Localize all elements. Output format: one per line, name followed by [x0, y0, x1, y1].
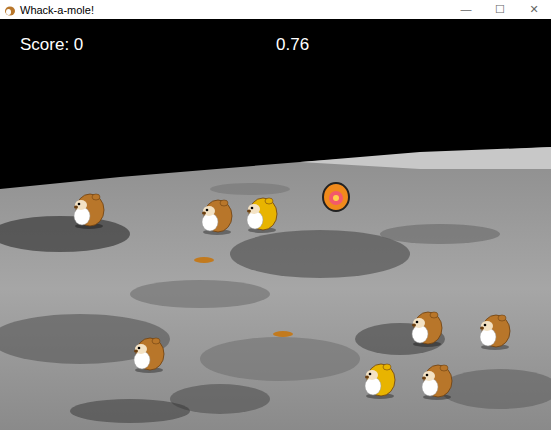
- mole-icon[interactable]: [476, 312, 512, 354]
- mole-icon[interactable]: [408, 309, 444, 351]
- app-icon: [4, 4, 16, 16]
- mole-icon[interactable]: [198, 197, 234, 239]
- maximize-button[interactable]: ☐: [483, 0, 517, 19]
- yellow-mole-icon[interactable]: [361, 361, 397, 403]
- timer-label: 0.76: [276, 35, 309, 55]
- game-canvas[interactable]: Score: 0 0.76: [0, 19, 551, 430]
- mole-hole-icon[interactable]: [193, 250, 215, 268]
- score-label: Score: 0: [20, 35, 83, 55]
- yellow-mole-icon[interactable]: [243, 195, 279, 237]
- window-title: Whack-a-mole!: [20, 4, 445, 16]
- close-button[interactable]: ✕: [517, 0, 551, 19]
- mole-icon[interactable]: [418, 362, 454, 404]
- minimize-button[interactable]: —: [449, 0, 483, 19]
- bomb-icon[interactable]: [320, 181, 352, 217]
- game-window: Whack-a-mole! —☐✕ Score: 0 0.76: [0, 0, 551, 430]
- mole-icon[interactable]: [70, 191, 106, 233]
- mole-icon[interactable]: [130, 335, 166, 377]
- mole-hole-icon[interactable]: [272, 324, 294, 342]
- title-bar: Whack-a-mole! —☐✕: [0, 0, 551, 19]
